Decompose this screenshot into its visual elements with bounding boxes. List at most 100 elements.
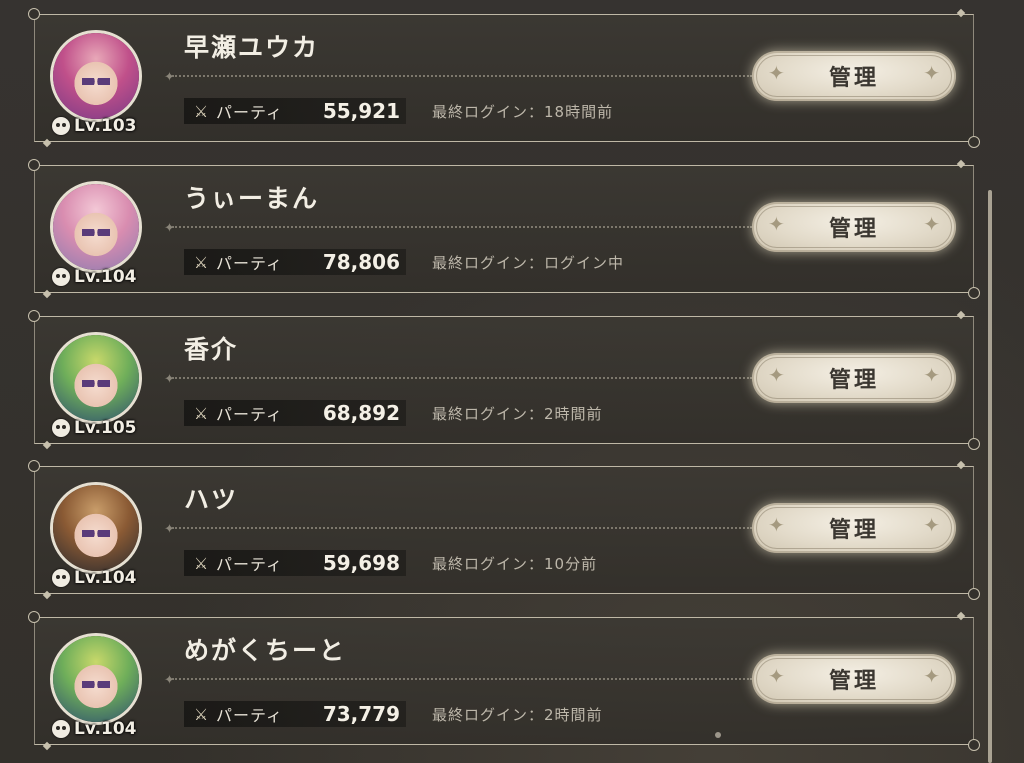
level-text: Lv.104 — [74, 267, 137, 287]
manage-button[interactable]: ✦ 管理 ✦ — [752, 503, 956, 553]
sparkle-icon: ✦ — [768, 363, 785, 387]
member-level: Lv.105 — [52, 418, 136, 438]
level-text: Lv.105 — [74, 418, 137, 438]
manage-button[interactable]: ✦ 管理 ✦ — [752, 654, 956, 704]
sparkle-icon: ✦ — [923, 212, 940, 236]
sparkle-icon: ✦ — [923, 664, 940, 688]
dotted-divider — [172, 75, 752, 77]
sparkle-icon: ✦ — [164, 372, 175, 387]
manage-button[interactable]: ✦ 管理 ✦ — [752, 51, 956, 101]
sparkle-icon: ✦ — [164, 221, 175, 236]
frame-corner-ornament — [28, 159, 40, 171]
level-text: Lv.103 — [74, 116, 137, 136]
party-label: パーティ — [216, 103, 284, 122]
manage-button[interactable]: ✦ 管理 ✦ — [752, 353, 956, 403]
sparkle-icon: ✦ — [768, 513, 785, 537]
last-login: 最終ログイン：18時間前 — [432, 103, 614, 121]
frame-corner-ornament — [28, 460, 40, 472]
member-card: Lv.104 めがくちーと ✦ ⚔ パーティ 73,779 最終ログイン：2時間… — [28, 611, 980, 751]
sparkle-icon: ✦ — [768, 61, 785, 85]
party-power: ⚔ パーティ 55,921 — [184, 98, 406, 124]
member-card: Lv.104 ハツ ✦ ⚔ パーティ 59,698 最終ログイン：10分前 ✦ … — [28, 460, 980, 600]
sparkle-icon: ✦ — [923, 61, 940, 85]
manage-label: 管理 — [828, 518, 879, 543]
member-name: うぃーまん — [184, 184, 320, 213]
member-avatar[interactable] — [50, 30, 142, 122]
face-icon — [52, 569, 70, 587]
member-avatar[interactable] — [50, 181, 142, 273]
party-label: パーティ — [216, 405, 284, 424]
party-value: 55,921 — [322, 99, 400, 123]
avatar-portrait — [53, 335, 139, 421]
avatar-portrait — [53, 636, 139, 722]
member-avatar[interactable] — [50, 482, 142, 574]
member-name: 香介 — [184, 335, 239, 364]
frame-corner-ornament — [968, 739, 980, 751]
crossed-swords-icon: ⚔ — [193, 252, 209, 272]
member-level: Lv.104 — [52, 568, 136, 588]
scroll-indicator-dot — [715, 732, 721, 738]
member-level: Lv.104 — [52, 719, 136, 739]
manage-button[interactable]: ✦ 管理 ✦ — [752, 202, 956, 252]
face-icon — [52, 419, 70, 437]
member-level: Lv.104 — [52, 267, 136, 287]
sparkle-icon: ✦ — [164, 673, 175, 688]
avatar-portrait — [53, 485, 139, 571]
frame-corner-ornament — [968, 287, 980, 299]
last-login: 最終ログイン：10分前 — [432, 555, 598, 573]
manage-label: 管理 — [828, 368, 879, 393]
face-icon — [52, 720, 70, 738]
dotted-divider — [172, 678, 752, 680]
party-power: ⚔ パーティ 78,806 — [184, 249, 406, 275]
sparkle-icon: ✦ — [164, 522, 175, 537]
party-value: 59,698 — [322, 551, 400, 575]
member-card: Lv.103 早瀬ユウカ ✦ ⚔ パーティ 55,921 最終ログイン：18時間… — [28, 8, 980, 148]
member-avatar[interactable] — [50, 633, 142, 725]
face-icon — [52, 117, 70, 135]
crossed-swords-icon: ⚔ — [193, 704, 209, 724]
party-value: 68,892 — [322, 401, 400, 425]
sparkle-icon: ✦ — [164, 70, 175, 85]
level-text: Lv.104 — [74, 568, 137, 588]
member-card: Lv.105 香介 ✦ ⚔ パーティ 68,892 最終ログイン：2時間前 ✦ … — [28, 310, 980, 450]
member-name: めがくちーと — [184, 636, 347, 665]
scrollbar[interactable] — [988, 190, 992, 763]
avatar-portrait — [53, 184, 139, 270]
member-card: Lv.104 うぃーまん ✦ ⚔ パーティ 78,806 最終ログイン：ログイン… — [28, 159, 980, 299]
party-value: 78,806 — [322, 250, 400, 274]
party-label: パーティ — [216, 555, 284, 574]
member-level: Lv.103 — [52, 116, 136, 136]
face-icon — [52, 268, 70, 286]
last-login: 最終ログイン：2時間前 — [432, 706, 603, 724]
frame-corner-ornament — [968, 136, 980, 148]
frame-corner-ornament — [968, 588, 980, 600]
manage-label: 管理 — [828, 66, 879, 91]
sparkle-icon: ✦ — [768, 212, 785, 236]
crossed-swords-icon: ⚔ — [193, 101, 209, 121]
sparkle-icon: ✦ — [923, 513, 940, 537]
dotted-divider — [172, 527, 752, 529]
member-name: ハツ — [184, 485, 239, 514]
party-label: パーティ — [216, 254, 284, 273]
party-power: ⚔ パーティ 73,779 — [184, 701, 406, 727]
dotted-divider — [172, 226, 752, 228]
manage-label: 管理 — [828, 217, 879, 242]
last-login: 最終ログイン：2時間前 — [432, 405, 603, 423]
frame-corner-ornament — [968, 438, 980, 450]
frame-corner-ornament — [28, 310, 40, 322]
member-avatar[interactable] — [50, 332, 142, 424]
crossed-swords-icon: ⚔ — [193, 553, 209, 573]
party-power: ⚔ パーティ 68,892 — [184, 400, 406, 426]
dotted-divider — [172, 377, 752, 379]
last-login: 最終ログイン：ログイン中 — [432, 254, 625, 272]
frame-corner-ornament — [28, 611, 40, 623]
party-value: 73,779 — [322, 702, 400, 726]
sparkle-icon: ✦ — [768, 664, 785, 688]
party-label: パーティ — [216, 706, 284, 725]
level-text: Lv.104 — [74, 719, 137, 739]
manage-label: 管理 — [828, 669, 879, 694]
party-power: ⚔ パーティ 59,698 — [184, 550, 406, 576]
member-list[interactable]: Lv.103 早瀬ユウカ ✦ ⚔ パーティ 55,921 最終ログイン：18時間… — [0, 0, 1024, 763]
crossed-swords-icon: ⚔ — [193, 403, 209, 423]
member-name: 早瀬ユウカ — [184, 33, 320, 62]
